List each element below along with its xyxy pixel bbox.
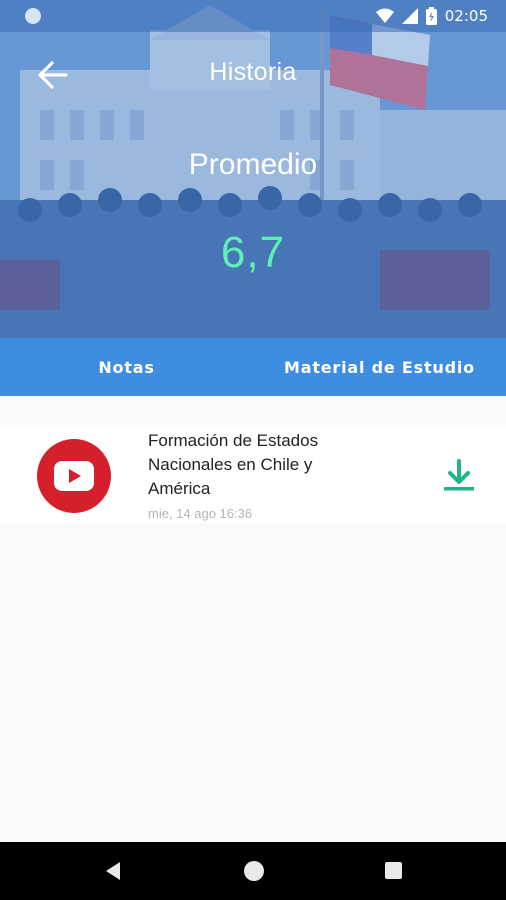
average-label: Promedio bbox=[188, 148, 318, 181]
tab-bar: Notas Material de Estudio bbox=[0, 338, 506, 396]
tab-material-de-estudio[interactable]: Material de Estudio bbox=[253, 338, 506, 396]
status-time: 02:05 bbox=[444, 7, 488, 25]
status-bar: 02:05 bbox=[0, 0, 506, 32]
nav-home-icon[interactable] bbox=[244, 861, 264, 881]
list-item[interactable]: Formación de Estados Nacionales en Chile… bbox=[0, 427, 506, 524]
page-title: Historia bbox=[209, 58, 297, 86]
wifi-icon bbox=[375, 8, 394, 23]
materials-list: Formación de Estados Nacionales en Chile… bbox=[0, 427, 506, 524]
download-icon[interactable] bbox=[440, 457, 478, 495]
header: 02:05 Historia Promedio 6,7 bbox=[0, 0, 506, 338]
average-value: 6,7 bbox=[220, 228, 286, 277]
tab-notas[interactable]: Notas bbox=[0, 338, 253, 396]
signal-icon bbox=[401, 8, 418, 24]
material-date: mie, 14 ago 16:36 bbox=[148, 506, 253, 521]
material-title: Formación de Estados Nacionales en Chile… bbox=[148, 431, 319, 498]
notification-dot-icon bbox=[25, 8, 41, 24]
youtube-icon bbox=[54, 461, 94, 491]
system-nav-bar bbox=[0, 842, 506, 900]
nav-recent-apps-icon[interactable] bbox=[385, 862, 402, 879]
youtube-thumbnail bbox=[37, 439, 111, 513]
nav-back-icon[interactable] bbox=[104, 861, 122, 881]
status-icons: 02:05 bbox=[375, 6, 488, 26]
battery-icon bbox=[425, 7, 437, 25]
